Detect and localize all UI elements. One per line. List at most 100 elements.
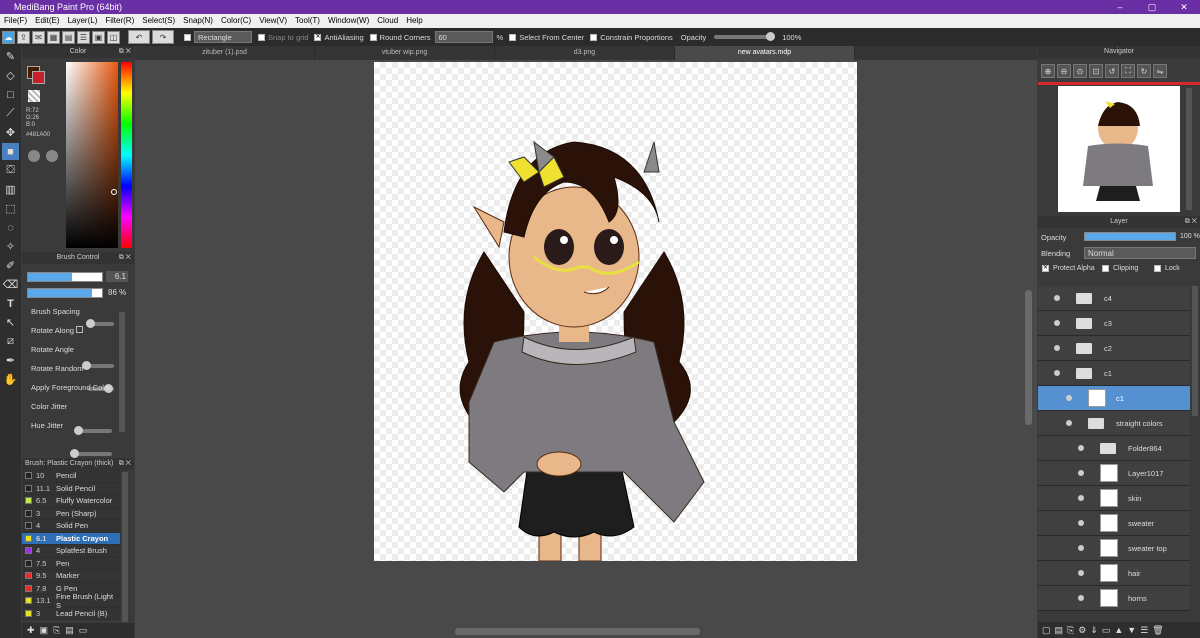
layer-folder-row[interactable]: c4 bbox=[1038, 286, 1190, 311]
undo-icon[interactable]: ↶ bbox=[128, 30, 150, 44]
layer-row[interactable]: c1 bbox=[1038, 386, 1190, 411]
canvas-horizontal-scrollbar[interactable] bbox=[455, 628, 700, 635]
new-layer-menu-icon[interactable]: ▤ bbox=[1055, 625, 1064, 636]
bucket-tool-icon[interactable]: ⛋ bbox=[2, 162, 19, 179]
brush-list-item[interactable]: 4 Splatfest Brush bbox=[22, 545, 120, 558]
layer-folder-row[interactable]: Folder864 bbox=[1038, 436, 1190, 461]
visibility-eye-icon[interactable] bbox=[1078, 520, 1084, 526]
gradient-tool-icon[interactable]: ▥ bbox=[2, 181, 19, 198]
select-pen-icon[interactable]: ✐ bbox=[2, 257, 19, 274]
merge-down-icon[interactable]: ⇓ bbox=[1090, 625, 1098, 636]
brush-menu-icon[interactable]: ▣ bbox=[40, 625, 49, 636]
menu-view[interactable]: View(V) bbox=[255, 14, 291, 28]
brush-list-item[interactable]: 3 Pen (Sharp) bbox=[22, 507, 120, 520]
text-tool-icon[interactable]: T bbox=[2, 295, 19, 312]
new-layer-icon[interactable]: ▢ bbox=[1042, 625, 1051, 636]
maximize-button[interactable]: ▢ bbox=[1136, 0, 1168, 14]
color-saturation-square[interactable] bbox=[66, 62, 118, 248]
visibility-eye-icon[interactable] bbox=[1054, 295, 1060, 301]
close-button[interactable]: ✕ bbox=[1168, 0, 1200, 14]
layer-property-icon[interactable]: ☰ bbox=[1140, 625, 1148, 636]
layer-row[interactable]: horns bbox=[1038, 586, 1190, 611]
shape-mode-checkbox[interactable] bbox=[184, 33, 191, 41]
antialiasing-checkbox[interactable]: ✕ bbox=[314, 33, 322, 41]
panel-close-icon[interactable]: ⧉ ✕ bbox=[119, 46, 131, 58]
visibility-eye-icon[interactable] bbox=[1066, 395, 1072, 401]
background-color-swatch[interactable] bbox=[32, 71, 45, 84]
select-tool-icon[interactable]: ⬚ bbox=[2, 200, 19, 217]
comment-icon[interactable]: ✉ bbox=[32, 30, 45, 44]
brush-doc-icon[interactable]: ▤ bbox=[65, 625, 74, 636]
eraser-tool-icon[interactable]: ◇ bbox=[2, 67, 19, 84]
tab-zituber[interactable]: zituber (1).psd bbox=[135, 46, 315, 60]
visibility-eye-icon[interactable] bbox=[1078, 470, 1084, 476]
brush-folder-icon[interactable]: ▭ bbox=[79, 625, 88, 636]
visibility-eye-icon[interactable] bbox=[1078, 445, 1084, 451]
select-eraser-icon[interactable]: ⌫ bbox=[2, 276, 19, 293]
panel-icon[interactable]: ▤ bbox=[62, 30, 75, 44]
tab-vtuber-wip[interactable]: vtuber wip.png bbox=[315, 46, 495, 60]
drawing-canvas[interactable] bbox=[374, 62, 857, 562]
menu-layer[interactable]: Layer(L) bbox=[64, 14, 102, 28]
rotate-along-checkbox[interactable] bbox=[76, 326, 83, 333]
magic-wand-icon[interactable]: ✧ bbox=[2, 238, 19, 255]
lasso-tool-icon[interactable]: ◌ bbox=[2, 219, 19, 236]
visibility-eye-icon[interactable] bbox=[1054, 370, 1060, 376]
menu-help[interactable]: Help bbox=[402, 14, 426, 28]
menu-file[interactable]: File(F) bbox=[0, 14, 31, 28]
layer-row[interactable]: skin bbox=[1038, 486, 1190, 511]
rectangle-tool-icon[interactable]: ■ bbox=[2, 143, 19, 160]
list-icon[interactable]: ☰ bbox=[77, 30, 90, 44]
picker-icon[interactable] bbox=[46, 150, 58, 162]
brush-size-value[interactable]: 6.1 bbox=[106, 271, 128, 282]
brush-list-item[interactable]: 6.5 Fluffy Watercolor bbox=[22, 495, 120, 508]
brush-list-item[interactable]: 9.5 Marker bbox=[22, 570, 120, 583]
redo-icon[interactable]: ↷ bbox=[152, 30, 174, 44]
brush-control-scrollbar[interactable] bbox=[119, 312, 125, 432]
palette-icon[interactable] bbox=[28, 150, 40, 162]
eyedropper-icon[interactable]: ✒ bbox=[2, 352, 19, 369]
layer-folder-row[interactable]: c2 bbox=[1038, 336, 1190, 361]
line-tool-icon[interactable]: ⟋ bbox=[2, 105, 19, 122]
panel-close-icon[interactable]: ⧉ ✕ bbox=[119, 458, 131, 470]
round-corners-input[interactable]: 60 bbox=[434, 31, 493, 43]
layer-folder-icon[interactable]: ▭ bbox=[1102, 625, 1111, 636]
visibility-eye-icon[interactable] bbox=[1078, 495, 1084, 501]
shape-tool-icon[interactable]: □ bbox=[2, 86, 19, 103]
visibility-eye-icon[interactable] bbox=[1054, 345, 1060, 351]
brush-list-item[interactable]: 11.1 Solid Pencil bbox=[22, 482, 120, 495]
layer-folder-row[interactable]: straight colors bbox=[1038, 411, 1190, 436]
duplicate-layer-icon[interactable]: ⎘ bbox=[1067, 625, 1074, 636]
rotate-right-icon[interactable]: ↻ bbox=[1137, 64, 1151, 78]
layer-folder-row[interactable]: c1 bbox=[1038, 361, 1190, 386]
brush-new-icon[interactable]: ⎘ bbox=[53, 625, 60, 636]
snap-to-grid-checkbox[interactable] bbox=[258, 33, 265, 41]
brush-list-item[interactable]: 10 Pencil bbox=[22, 470, 120, 483]
hue-slider[interactable] bbox=[121, 62, 132, 248]
layer-list-scrollbar[interactable] bbox=[1192, 286, 1198, 416]
operation-tool-icon[interactable]: ↖ bbox=[2, 314, 19, 331]
layer-row[interactable]: sweater bbox=[1038, 511, 1190, 536]
brush-list-item[interactable]: 13.1 Fine Brush (Light S bbox=[22, 592, 120, 610]
zoom-in-icon[interactable]: ⊕ bbox=[1041, 64, 1055, 78]
zoom-out-icon[interactable]: ⊖ bbox=[1057, 64, 1071, 78]
move-down-icon[interactable]: ▼ bbox=[1127, 625, 1136, 635]
brush-tool-icon[interactable]: ✎ bbox=[2, 48, 19, 65]
visibility-eye-icon[interactable] bbox=[1054, 320, 1060, 326]
brush-list-item[interactable]: 6.1 Plastic Crayon bbox=[22, 532, 120, 545]
tab-new-avatars[interactable]: new avatars.mdp bbox=[675, 46, 855, 60]
menu-window[interactable]: Window(W) bbox=[324, 14, 373, 28]
layer-row[interactable]: hair bbox=[1038, 561, 1190, 586]
color-jitter-slider[interactable] bbox=[74, 426, 112, 435]
lock-checkbox[interactable] bbox=[1154, 265, 1161, 272]
brush-spacing-slider[interactable] bbox=[86, 319, 114, 328]
menu-filter[interactable]: Filter(R) bbox=[101, 14, 138, 28]
upload-icon[interactable]: ⇪ bbox=[17, 30, 30, 44]
add-brush-icon[interactable]: ✚ bbox=[27, 625, 35, 636]
layer-row[interactable]: sweater top bbox=[1038, 536, 1190, 561]
clipping-checkbox[interactable] bbox=[1102, 265, 1109, 272]
menu-cloud[interactable]: Cloud bbox=[373, 14, 402, 28]
navigator-preview[interactable] bbox=[1058, 86, 1180, 212]
panel-close-icon[interactable]: ⧉ ✕ bbox=[119, 252, 131, 264]
rotate-angle-slider[interactable] bbox=[82, 361, 114, 370]
